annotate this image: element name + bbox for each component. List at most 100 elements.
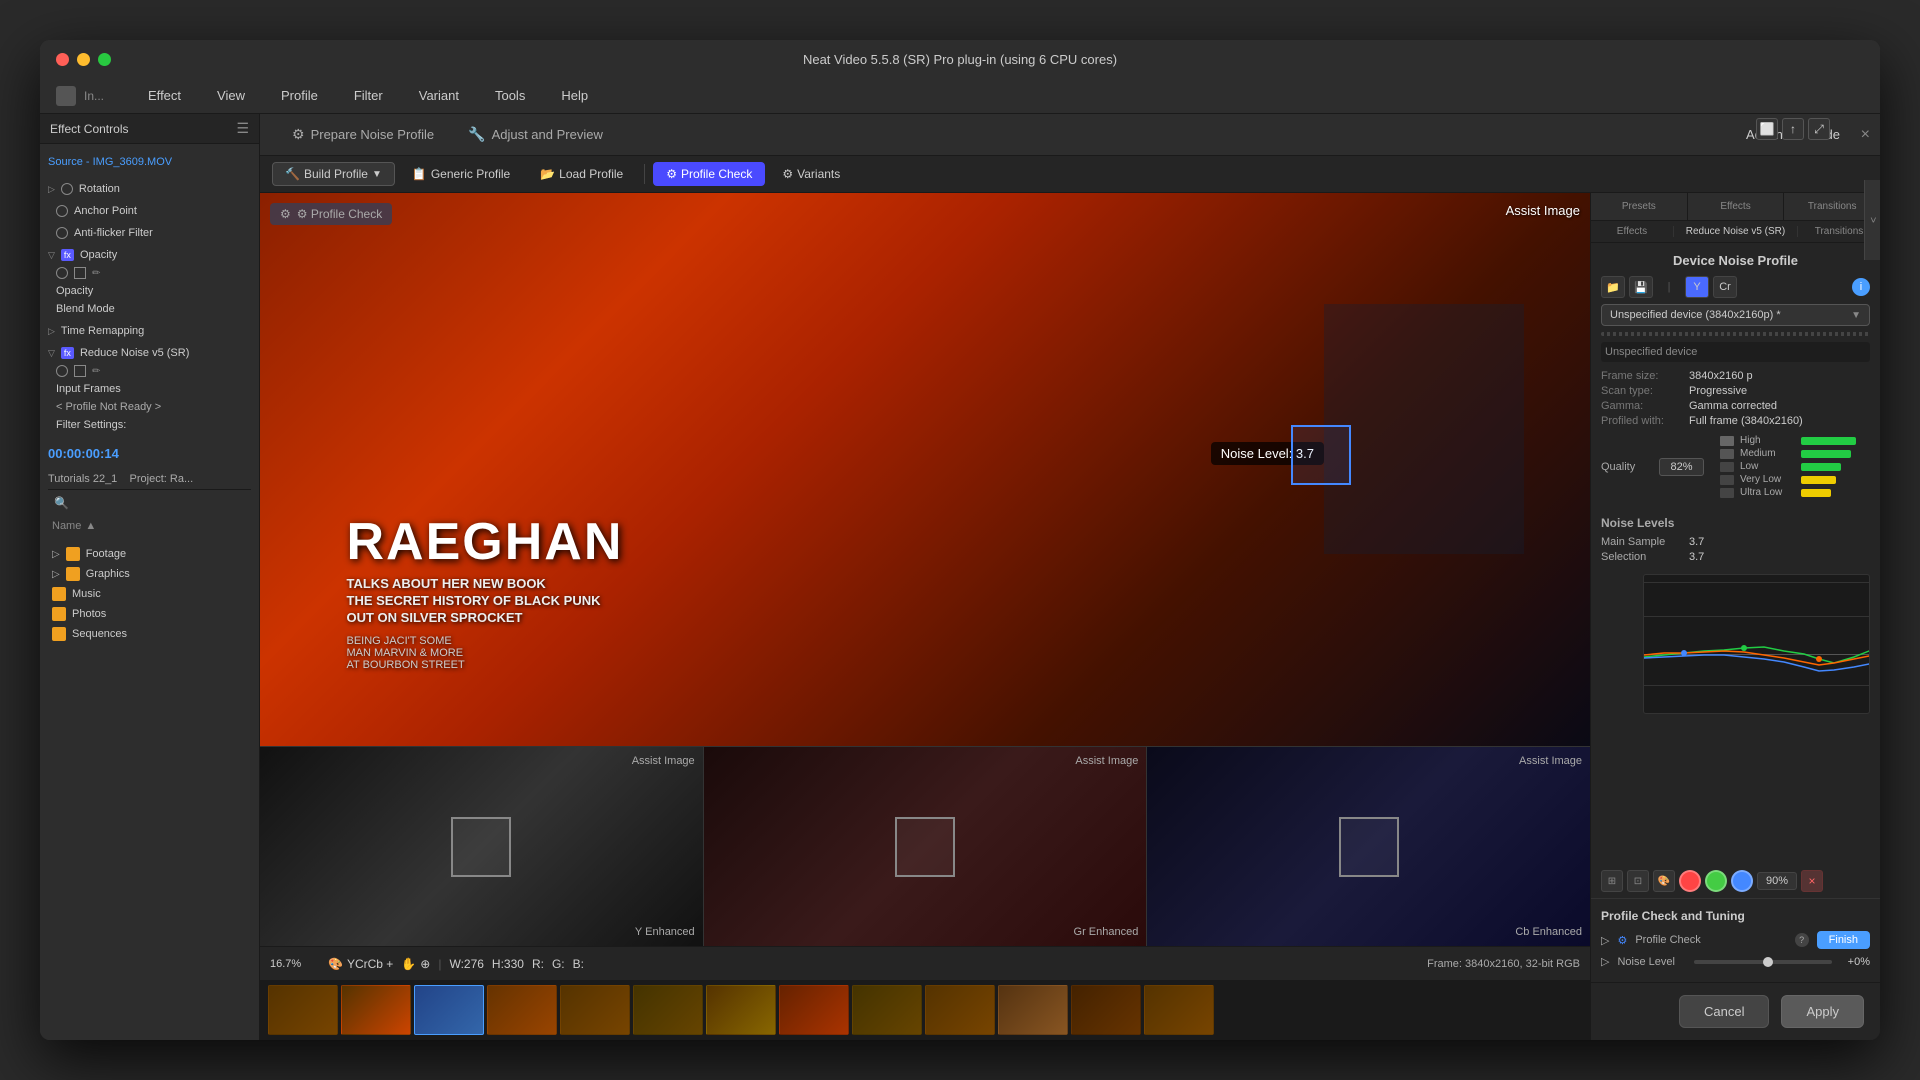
- menu-view[interactable]: View: [209, 84, 253, 107]
- profile-check-button[interactable]: ⚙ Profile Check: [653, 162, 765, 186]
- chart-color-mode-btn[interactable]: 🎨: [1653, 870, 1675, 892]
- build-profile-button[interactable]: 🔨 Build Profile ▼: [272, 162, 395, 186]
- fx-opacity-expand[interactable]: ▽: [48, 250, 55, 261]
- film-thumb-12[interactable]: [1144, 985, 1214, 1035]
- crosshair-icon[interactable]: ⊕: [420, 957, 430, 971]
- share-button[interactable]: ↑: [1782, 118, 1804, 140]
- sub-tab-reduce-noise[interactable]: Reduce Noise v5 (SR): [1674, 226, 1798, 237]
- color-btn-blue[interactable]: [1731, 870, 1753, 892]
- panel-toggle-button[interactable]: >: [1864, 193, 1880, 260]
- anti-flicker-icon: [56, 227, 68, 239]
- chart-zoom-input[interactable]: [1757, 872, 1797, 890]
- file-item-music[interactable]: Music: [48, 584, 251, 604]
- menu-profile[interactable]: Profile: [273, 84, 326, 107]
- film-thumb-8[interactable]: [852, 985, 922, 1035]
- cancel-button[interactable]: Cancel: [1679, 995, 1769, 1028]
- color-btn-green[interactable]: [1705, 870, 1727, 892]
- menu-filter[interactable]: Filter: [346, 84, 391, 107]
- ctrl-point-3[interactable]: [1816, 656, 1822, 662]
- y-selection-box: [451, 817, 511, 877]
- noise-level-expand-icon[interactable]: ▷: [1601, 955, 1609, 968]
- quality-low-bar: [1801, 463, 1841, 471]
- tab-prepare[interactable]: ⚙ Prepare Noise Profile: [276, 118, 450, 151]
- right-tab-effects[interactable]: Effects: [1688, 193, 1785, 220]
- film-thumb-0[interactable]: [268, 985, 338, 1035]
- reduce-noise-expand[interactable]: ▽: [48, 348, 55, 359]
- file-item-sequences[interactable]: Sequences: [48, 624, 251, 644]
- fx-badge-opacity: fx: [61, 249, 74, 261]
- device-specs: Frame size: 3840x2160 p Scan type: Progr…: [1601, 370, 1870, 427]
- variants-button[interactable]: ⚙ Variants: [769, 162, 853, 186]
- right-tab-presets[interactable]: Presets: [1591, 193, 1688, 220]
- menu-variant[interactable]: Variant: [411, 84, 467, 107]
- film-thumb-9[interactable]: [925, 985, 995, 1035]
- file-item-footage[interactable]: ▷ Footage: [48, 544, 251, 564]
- film-thumb-6[interactable]: [706, 985, 776, 1035]
- chart-fit-btn[interactable]: ⊡: [1627, 870, 1649, 892]
- load-profile-button[interactable]: 📂 Load Profile: [527, 162, 636, 186]
- sep1: |: [438, 957, 441, 971]
- footage-folder-icon: [66, 547, 80, 561]
- film-thumb-2[interactable]: [414, 985, 484, 1035]
- ctrl-point-1[interactable]: [1681, 650, 1687, 656]
- menu-effect[interactable]: Effect: [140, 84, 189, 107]
- adjust-tab-label: Adjust and Preview: [492, 127, 603, 142]
- dnp-chroma-btn[interactable]: Cr: [1713, 276, 1737, 298]
- footage-label: Footage: [86, 548, 126, 560]
- filmstrip: [260, 980, 1590, 1040]
- generic-profile-label: Generic Profile: [431, 167, 510, 181]
- chart-reset-zoom-btn[interactable]: ⊞: [1601, 870, 1623, 892]
- file-item-graphics[interactable]: ▷ Graphics: [48, 564, 251, 584]
- dnp-save-btn[interactable]: 💾: [1629, 276, 1653, 298]
- rotation-label: Rotation: [79, 183, 120, 195]
- film-thumb-1[interactable]: [341, 985, 411, 1035]
- close-button[interactable]: [56, 53, 69, 66]
- low-texture-icon: [1720, 462, 1734, 472]
- ctrl-point-2[interactable]: [1741, 645, 1747, 651]
- dnp-luma-btn[interactable]: Y: [1685, 276, 1709, 298]
- device-name-display: Unspecified device: [1601, 342, 1870, 362]
- pcs-expand-icon[interactable]: ▷: [1601, 934, 1609, 947]
- color-space-selector[interactable]: 🎨 YCrCb +: [328, 957, 393, 971]
- selection-box: [1291, 425, 1351, 485]
- hand-tool-icon[interactable]: ✋: [401, 957, 416, 971]
- color-btn-red[interactable]: [1679, 870, 1701, 892]
- finish-button[interactable]: Finish: [1817, 931, 1870, 949]
- chart-clear-btn[interactable]: ×: [1801, 870, 1823, 892]
- dnp-info-btn[interactable]: i: [1852, 278, 1870, 296]
- dnp-folder-btn[interactable]: 📁: [1601, 276, 1625, 298]
- sub-tab-effects[interactable]: Effects: [1591, 226, 1674, 237]
- film-thumb-11[interactable]: [1071, 985, 1141, 1035]
- film-thumb-3[interactable]: [487, 985, 557, 1035]
- apply-button[interactable]: Apply: [1781, 995, 1864, 1028]
- g-display: G:: [552, 957, 565, 971]
- noise-level-thumb[interactable]: [1763, 957, 1773, 967]
- quality-very-low-label: Very Low: [1740, 474, 1795, 485]
- film-thumb-5[interactable]: [633, 985, 703, 1035]
- maximize-button[interactable]: [98, 53, 111, 66]
- noise-level-slider[interactable]: [1694, 960, 1832, 964]
- menu-help[interactable]: Help: [553, 84, 596, 107]
- main-content: Effect Controls ☰ Source - IMG_3609.MOV …: [40, 114, 1880, 1040]
- profiled-with-value: Full frame (3840x2160): [1689, 415, 1803, 427]
- color-space-label: YCrCb +: [347, 957, 393, 971]
- menu-tools[interactable]: Tools: [487, 84, 533, 107]
- tab-adjust[interactable]: 🔧 Adjust and Preview: [452, 118, 619, 151]
- time-remap-expand[interactable]: ▷: [48, 326, 55, 337]
- file-item-photos[interactable]: Photos: [48, 604, 251, 624]
- generic-profile-button[interactable]: 📋 Generic Profile: [399, 162, 523, 186]
- profiled-with-label: Profiled with:: [1601, 415, 1681, 427]
- device-dropdown[interactable]: Unspecified device (3840x2160p) * ▼: [1601, 304, 1870, 326]
- effect-controls-header: Effect Controls ☰: [40, 114, 259, 144]
- film-thumb-4[interactable]: [560, 985, 630, 1035]
- pcs-info-btn[interactable]: ?: [1795, 933, 1809, 947]
- expand-button[interactable]: ⬜: [1756, 118, 1778, 140]
- film-thumb-10[interactable]: [998, 985, 1068, 1035]
- minimize-button[interactable]: [77, 53, 90, 66]
- file-search-bar: 🔍: [48, 489, 251, 516]
- film-thumb-7[interactable]: [779, 985, 849, 1035]
- rotation-expand[interactable]: ▷: [48, 184, 55, 195]
- panel-menu-icon[interactable]: ☰: [236, 120, 249, 137]
- fullscreen-button[interactable]: ⤢: [1808, 118, 1830, 140]
- plugin-close-button[interactable]: ×: [1861, 126, 1870, 144]
